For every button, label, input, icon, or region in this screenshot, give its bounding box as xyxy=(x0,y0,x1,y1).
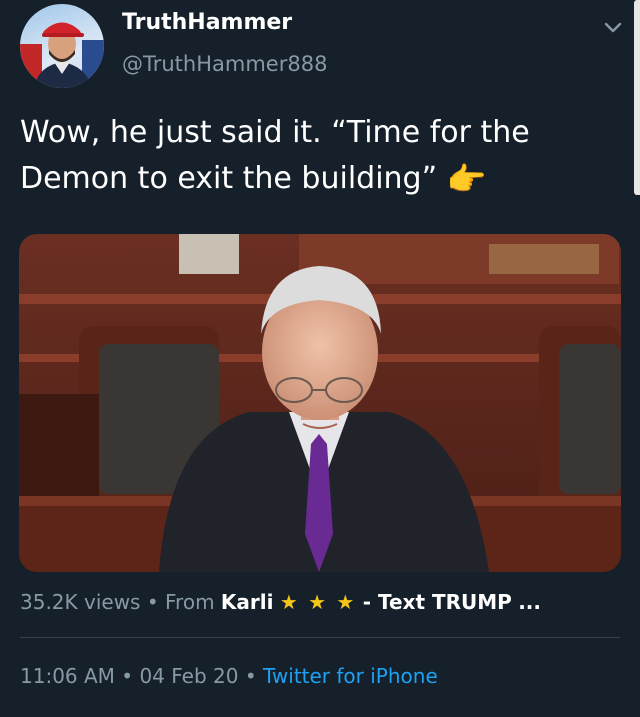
view-count: 35.2K views xyxy=(20,590,141,614)
timestamp-row: 11:06 AM • 04 Feb 20 • Twitter for iPhon… xyxy=(20,664,620,688)
tweet-time: 11:06 AM xyxy=(20,664,115,688)
tweet-text: Wow, he just said it. “Time for the Demo… xyxy=(20,110,620,202)
ellipsis: ... xyxy=(518,590,541,614)
scrollbar-thumb[interactable] xyxy=(634,0,640,195)
user-handle[interactable]: @TruthHammer888 xyxy=(122,52,327,76)
media-source-suffix[interactable]: - Text TRUMP xyxy=(363,590,512,614)
from-label: From xyxy=(165,590,215,614)
star-icons: ★ ★ ★ xyxy=(279,590,357,614)
client-link[interactable]: Twitter for iPhone xyxy=(263,664,438,688)
display-name[interactable]: TruthHammer xyxy=(122,10,292,35)
chevron-down-icon[interactable] xyxy=(602,16,624,38)
video-thumbnail[interactable] xyxy=(19,234,621,572)
video-frame xyxy=(19,234,621,572)
video-meta: 35.2K views • From Karli ★ ★ ★ - Text TR… xyxy=(20,590,620,614)
meta-separator: • xyxy=(146,590,159,614)
avatar[interactable] xyxy=(20,4,104,88)
avatar-photo xyxy=(20,22,104,88)
media-source-name[interactable]: Karli xyxy=(221,590,274,614)
tweet-date: 04 Feb 20 xyxy=(139,664,239,688)
client-separator: • xyxy=(244,664,257,688)
divider xyxy=(20,637,620,638)
time-separator: • xyxy=(121,664,134,688)
pointing-right-icon: 👉 xyxy=(446,160,487,198)
